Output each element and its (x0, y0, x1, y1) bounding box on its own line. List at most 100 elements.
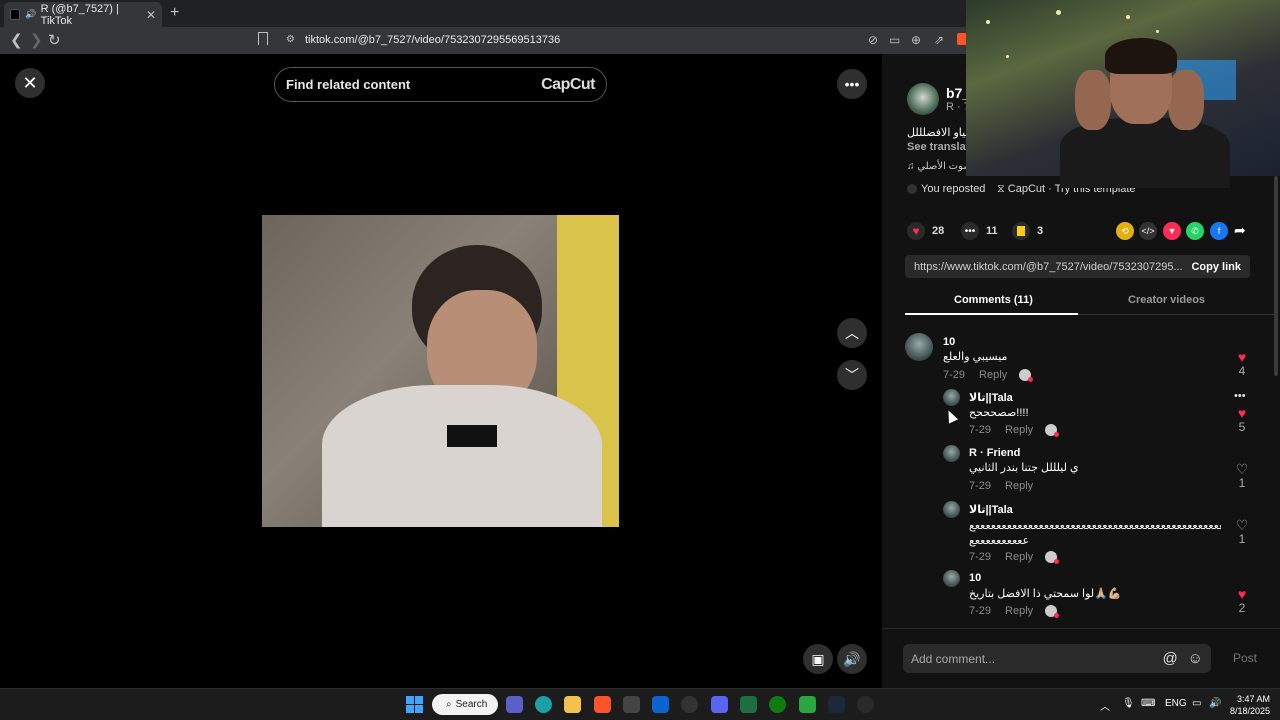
steam-icon[interactable] (828, 696, 845, 713)
comment-avatar[interactable] (943, 389, 960, 406)
back-icon[interactable]: ❮ (10, 31, 23, 49)
reply-button[interactable]: Reply (1005, 424, 1033, 436)
see-translation-link[interactable]: See translat (907, 141, 969, 153)
video-frame[interactable] (262, 215, 619, 527)
comment-like[interactable]: ♥ 4 (1232, 350, 1252, 378)
share-page-icon[interactable]: ⇗ (934, 33, 944, 47)
tab-comments[interactable]: Comments (11) (954, 294, 1033, 306)
facebook-icon[interactable]: f (1210, 222, 1228, 240)
comment-author[interactable]: تالا||Tala (969, 391, 1013, 404)
close-video-button[interactable]: ✕ (15, 68, 45, 98)
more-options-icon[interactable]: ••• (837, 69, 867, 99)
file-explorer-icon[interactable] (564, 696, 581, 713)
post-comment-button[interactable]: Post (1233, 651, 1257, 665)
taskbar-search[interactable]: ⌕ Search (432, 694, 498, 715)
outlook-icon[interactable] (652, 696, 669, 713)
heart-filled-icon: ♥ (1237, 349, 1247, 365)
previous-video-icon[interactable]: ︿ (837, 318, 867, 348)
comment-avatar[interactable] (943, 570, 960, 587)
copy-link-button[interactable]: Copy link (1191, 261, 1241, 273)
find-related-search[interactable]: Find related content CapCut (274, 67, 607, 102)
site-info-icon[interactable]: ⚙ (286, 34, 295, 45)
reload-icon[interactable]: ↻ (48, 31, 61, 49)
edge-icon[interactable] (535, 696, 552, 713)
add-comment-input[interactable]: Add comment... @ ☺ (903, 644, 1211, 673)
add-comment-placeholder: Add comment... (911, 651, 996, 666)
cast-icon[interactable]: ▭ (889, 33, 900, 47)
network-icon[interactable]: ▭ (1192, 698, 1201, 709)
comment-more-icon[interactable]: ••• (1234, 390, 1246, 402)
game-app-icon[interactable] (799, 696, 816, 713)
comment-text-continued: ععععععععععع (969, 535, 1030, 547)
comment-date: 7-29 (969, 605, 992, 617)
repost-share-icon[interactable]: ⟲ (1116, 222, 1134, 240)
like-icon[interactable]: ♥ (907, 222, 925, 240)
tracking-off-icon[interactable]: ⊘ (868, 33, 878, 47)
like-count: 28 (932, 225, 945, 237)
audio-playing-icon[interactable]: 🔊 (25, 9, 36, 20)
teams-icon[interactable] (506, 696, 523, 713)
mention-icon[interactable]: @ (1162, 650, 1177, 667)
comment-icon[interactable]: ••• (961, 222, 979, 240)
author-avatar[interactable] (907, 83, 939, 115)
brave-icon[interactable] (594, 696, 611, 713)
video-link-box[interactable]: https://www.tiktok.com/@b7_7527/video/75… (905, 255, 1250, 278)
speaker-icon[interactable]: 🔊 (1209, 698, 1221, 709)
excel-icon[interactable] (740, 696, 757, 713)
comment-like[interactable]: ♥ 5 (1232, 406, 1252, 434)
app-icon[interactable] (857, 696, 874, 713)
comment-like[interactable]: ♡ 1 (1232, 462, 1252, 490)
comment-author[interactable]: R · Friend (969, 447, 1020, 459)
bookmark-icon[interactable] (258, 32, 268, 45)
comment-like-count: 5 (1238, 420, 1246, 434)
language-indicator[interactable]: ENG (1165, 698, 1187, 709)
active-tab-indicator (905, 313, 1078, 315)
comment-avatar[interactable] (905, 333, 933, 361)
reply-button[interactable]: Reply (1005, 605, 1033, 617)
comment-like-count: 4 (1238, 364, 1246, 378)
forward-icon[interactable]: ❯ (30, 31, 43, 49)
xbox-icon[interactable] (769, 696, 786, 713)
comment-like[interactable]: ♥ 2 (1232, 587, 1252, 615)
microphone-icon[interactable]: 🎙 (1122, 698, 1135, 709)
comment-avatar[interactable] (943, 501, 960, 518)
save-icon[interactable] (1012, 222, 1030, 240)
comment-author[interactable]: 10 (943, 336, 955, 348)
comment-avatar[interactable] (943, 445, 960, 462)
obs-icon[interactable] (681, 696, 698, 713)
send-to-friends-icon[interactable]: ▼ (1163, 222, 1181, 240)
start-icon[interactable] (406, 696, 423, 713)
heart-filled-icon: ♥ (1237, 405, 1247, 421)
sound-name: صوت الأصلي (917, 161, 972, 172)
browser-tab[interactable]: 🔊 R (@b7_7527) | TikTok ✕ (4, 2, 162, 27)
reply-button[interactable]: Reply (1005, 480, 1033, 492)
next-video-icon[interactable]: ﹀ (837, 360, 867, 390)
sound-row[interactable]: ♫ صوت الأصلي (907, 161, 972, 172)
panel-scrollbar[interactable] (1274, 176, 1278, 376)
reply-button[interactable]: Reply (1005, 551, 1033, 563)
clock-time: 3:47 AM (1236, 694, 1270, 704)
discord-icon[interactable] (711, 696, 728, 713)
emoji-icon[interactable]: ☺ (1188, 650, 1203, 667)
picture-in-picture-icon[interactable]: ▣ (803, 644, 833, 674)
comment-author[interactable]: 10 (969, 572, 981, 584)
new-tab-button[interactable]: + (170, 4, 179, 22)
share-arrow-icon[interactable]: ➦ (1234, 222, 1246, 239)
reply-button[interactable]: Reply (979, 369, 1007, 381)
video-bowtie (447, 425, 497, 447)
comment-like[interactable]: ♡ 1 (1232, 518, 1252, 546)
zoom-icon[interactable]: ⊕ (911, 33, 921, 47)
save-bookmark-shape (1017, 226, 1025, 236)
store-icon[interactable] (623, 696, 640, 713)
tab-creator-videos[interactable]: Creator videos (1128, 294, 1205, 306)
url-field[interactable]: tiktok.com/@b7_7527/video/75323072955695… (305, 34, 560, 46)
start-icon-tile (415, 705, 423, 713)
volume-icon[interactable]: 🔊 (837, 644, 867, 674)
keyboard-icon[interactable]: ⌨ (1141, 698, 1155, 709)
whatsapp-icon[interactable]: ✆ (1186, 222, 1204, 240)
taskbar-clock[interactable]: 3:47 AM 8/18/2025 (1228, 693, 1270, 717)
tray-chevron-icon[interactable]: ︿ (1100, 698, 1110, 713)
close-tab-icon[interactable]: ✕ (146, 8, 156, 22)
embed-icon[interactable]: </> (1139, 222, 1157, 240)
comment-author[interactable]: تالا||Tala (969, 503, 1013, 516)
